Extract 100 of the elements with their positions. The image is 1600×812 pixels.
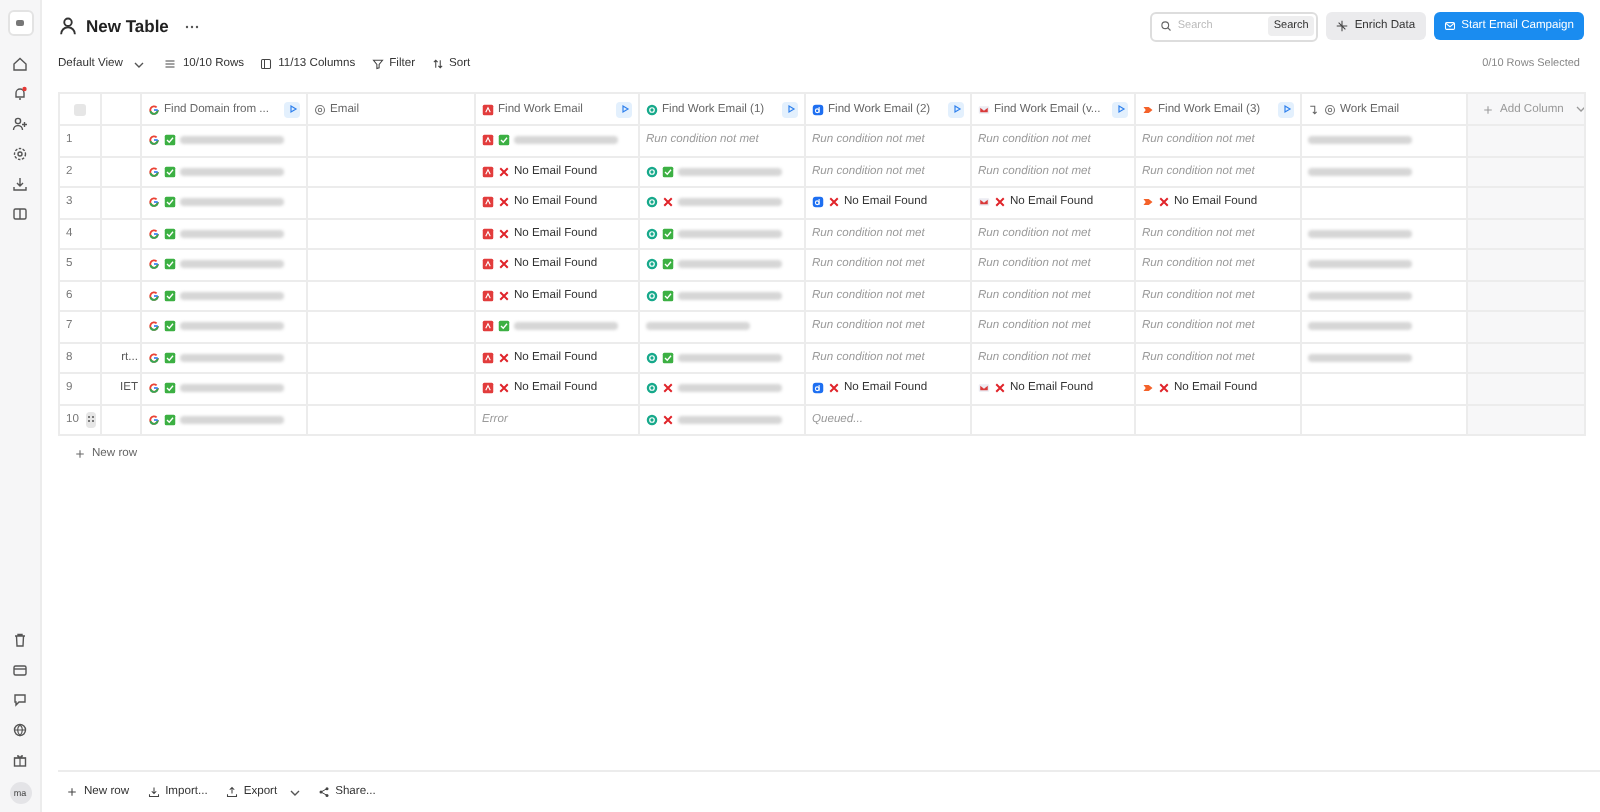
check-icon [164, 165, 176, 178]
square-logo-icon [482, 382, 494, 395]
logo-icon[interactable] [7, 10, 33, 36]
square-logo-icon [482, 196, 494, 209]
cross-icon [1158, 196, 1170, 209]
check-icon [498, 134, 510, 147]
trash-icon[interactable] [12, 632, 28, 648]
cross-icon [498, 196, 510, 209]
blurred-text [678, 353, 782, 362]
square-logo-icon [482, 320, 494, 333]
cross-icon [662, 413, 674, 426]
blurred-text [678, 229, 782, 238]
globe-icon[interactable] [12, 722, 28, 738]
blurred-text [646, 322, 750, 331]
run-button[interactable] [1112, 101, 1128, 117]
sparkle-icon [1336, 20, 1349, 32]
caret-icon [134, 61, 145, 67]
download-icon [147, 786, 160, 798]
blurred-text [1308, 322, 1412, 331]
envelope-icon [978, 382, 990, 395]
blurred-text [1308, 167, 1412, 176]
cross-icon [498, 258, 510, 271]
circle-logo-icon [646, 413, 658, 426]
circle-logo-icon [646, 351, 658, 364]
blurred-text [180, 198, 284, 207]
blurred-text [678, 167, 782, 176]
cross-icon [498, 165, 510, 178]
g-letter-icon [148, 165, 160, 178]
circle-logo-icon [646, 382, 658, 395]
circle-logo-icon [646, 165, 658, 178]
g-letter-icon [148, 320, 160, 333]
check-icon [662, 351, 674, 364]
g-letter-icon [148, 382, 160, 395]
check-icon [164, 289, 176, 302]
blurred-text [180, 260, 284, 269]
run-button[interactable] [1278, 101, 1294, 117]
chat-icon[interactable] [12, 692, 28, 708]
square-logo-icon [482, 227, 494, 240]
plus-icon [74, 448, 86, 460]
drag-handle-icon[interactable] [86, 411, 97, 428]
blurred-text [678, 291, 782, 300]
gift-icon[interactable] [12, 752, 28, 768]
filter-icon [371, 58, 384, 70]
check-icon [164, 258, 176, 271]
blurred-text [180, 322, 284, 331]
check-icon [164, 413, 176, 426]
blurred-text [514, 322, 618, 331]
blurred-text [180, 384, 284, 393]
card-icon[interactable] [12, 662, 28, 678]
blurred-text [180, 229, 284, 238]
blurred-text [1308, 260, 1412, 269]
g-letter-icon [148, 289, 160, 302]
run-button[interactable] [616, 101, 632, 117]
settings-icon[interactable] [12, 146, 28, 162]
upload-icon [225, 786, 238, 798]
select-all-checkbox[interactable] [74, 103, 86, 115]
g-letter-icon [148, 258, 160, 271]
download-icon[interactable] [12, 176, 28, 192]
cross-icon [1158, 382, 1170, 395]
blurred-text [180, 353, 284, 362]
g-letter-icon [148, 351, 160, 364]
sort-icon [431, 58, 444, 70]
cross-icon [662, 382, 674, 395]
add-user-icon[interactable] [12, 116, 28, 132]
check-icon [164, 196, 176, 209]
check-icon [164, 134, 176, 147]
table-title: New Table [86, 16, 169, 36]
run-button[interactable] [782, 101, 798, 117]
arrow-shape-icon [1142, 382, 1154, 395]
cross-icon [498, 289, 510, 302]
bell-icon[interactable] [12, 86, 28, 102]
share-icon [317, 786, 330, 798]
blurred-text [180, 291, 284, 300]
columns-icon [260, 58, 273, 70]
g-letter-icon [148, 134, 160, 147]
search-icon [1159, 20, 1172, 32]
arrow-shape-icon [1142, 196, 1154, 209]
columns-icon[interactable] [12, 206, 28, 222]
cross-icon [498, 227, 510, 240]
circle-logo-icon [646, 196, 658, 209]
blurred-text [678, 415, 782, 424]
cross-icon [828, 382, 840, 395]
blurred-text [180, 167, 284, 176]
square-logo-icon [482, 351, 494, 364]
square-logo-icon [482, 258, 494, 271]
cross-icon [498, 382, 510, 395]
check-icon [164, 320, 176, 333]
check-icon [164, 351, 176, 364]
blurred-text [180, 415, 284, 424]
run-button[interactable] [948, 101, 964, 117]
rounded-square-icon [812, 196, 824, 209]
blurred-text [180, 136, 284, 145]
blurred-text [1308, 353, 1412, 362]
circle-logo-icon [646, 258, 658, 271]
home-icon[interactable] [12, 56, 28, 72]
envelope-icon [978, 196, 990, 209]
run-button[interactable] [284, 101, 300, 117]
user-icon [58, 16, 78, 36]
blurred-text [1308, 136, 1412, 145]
check-icon [164, 382, 176, 395]
